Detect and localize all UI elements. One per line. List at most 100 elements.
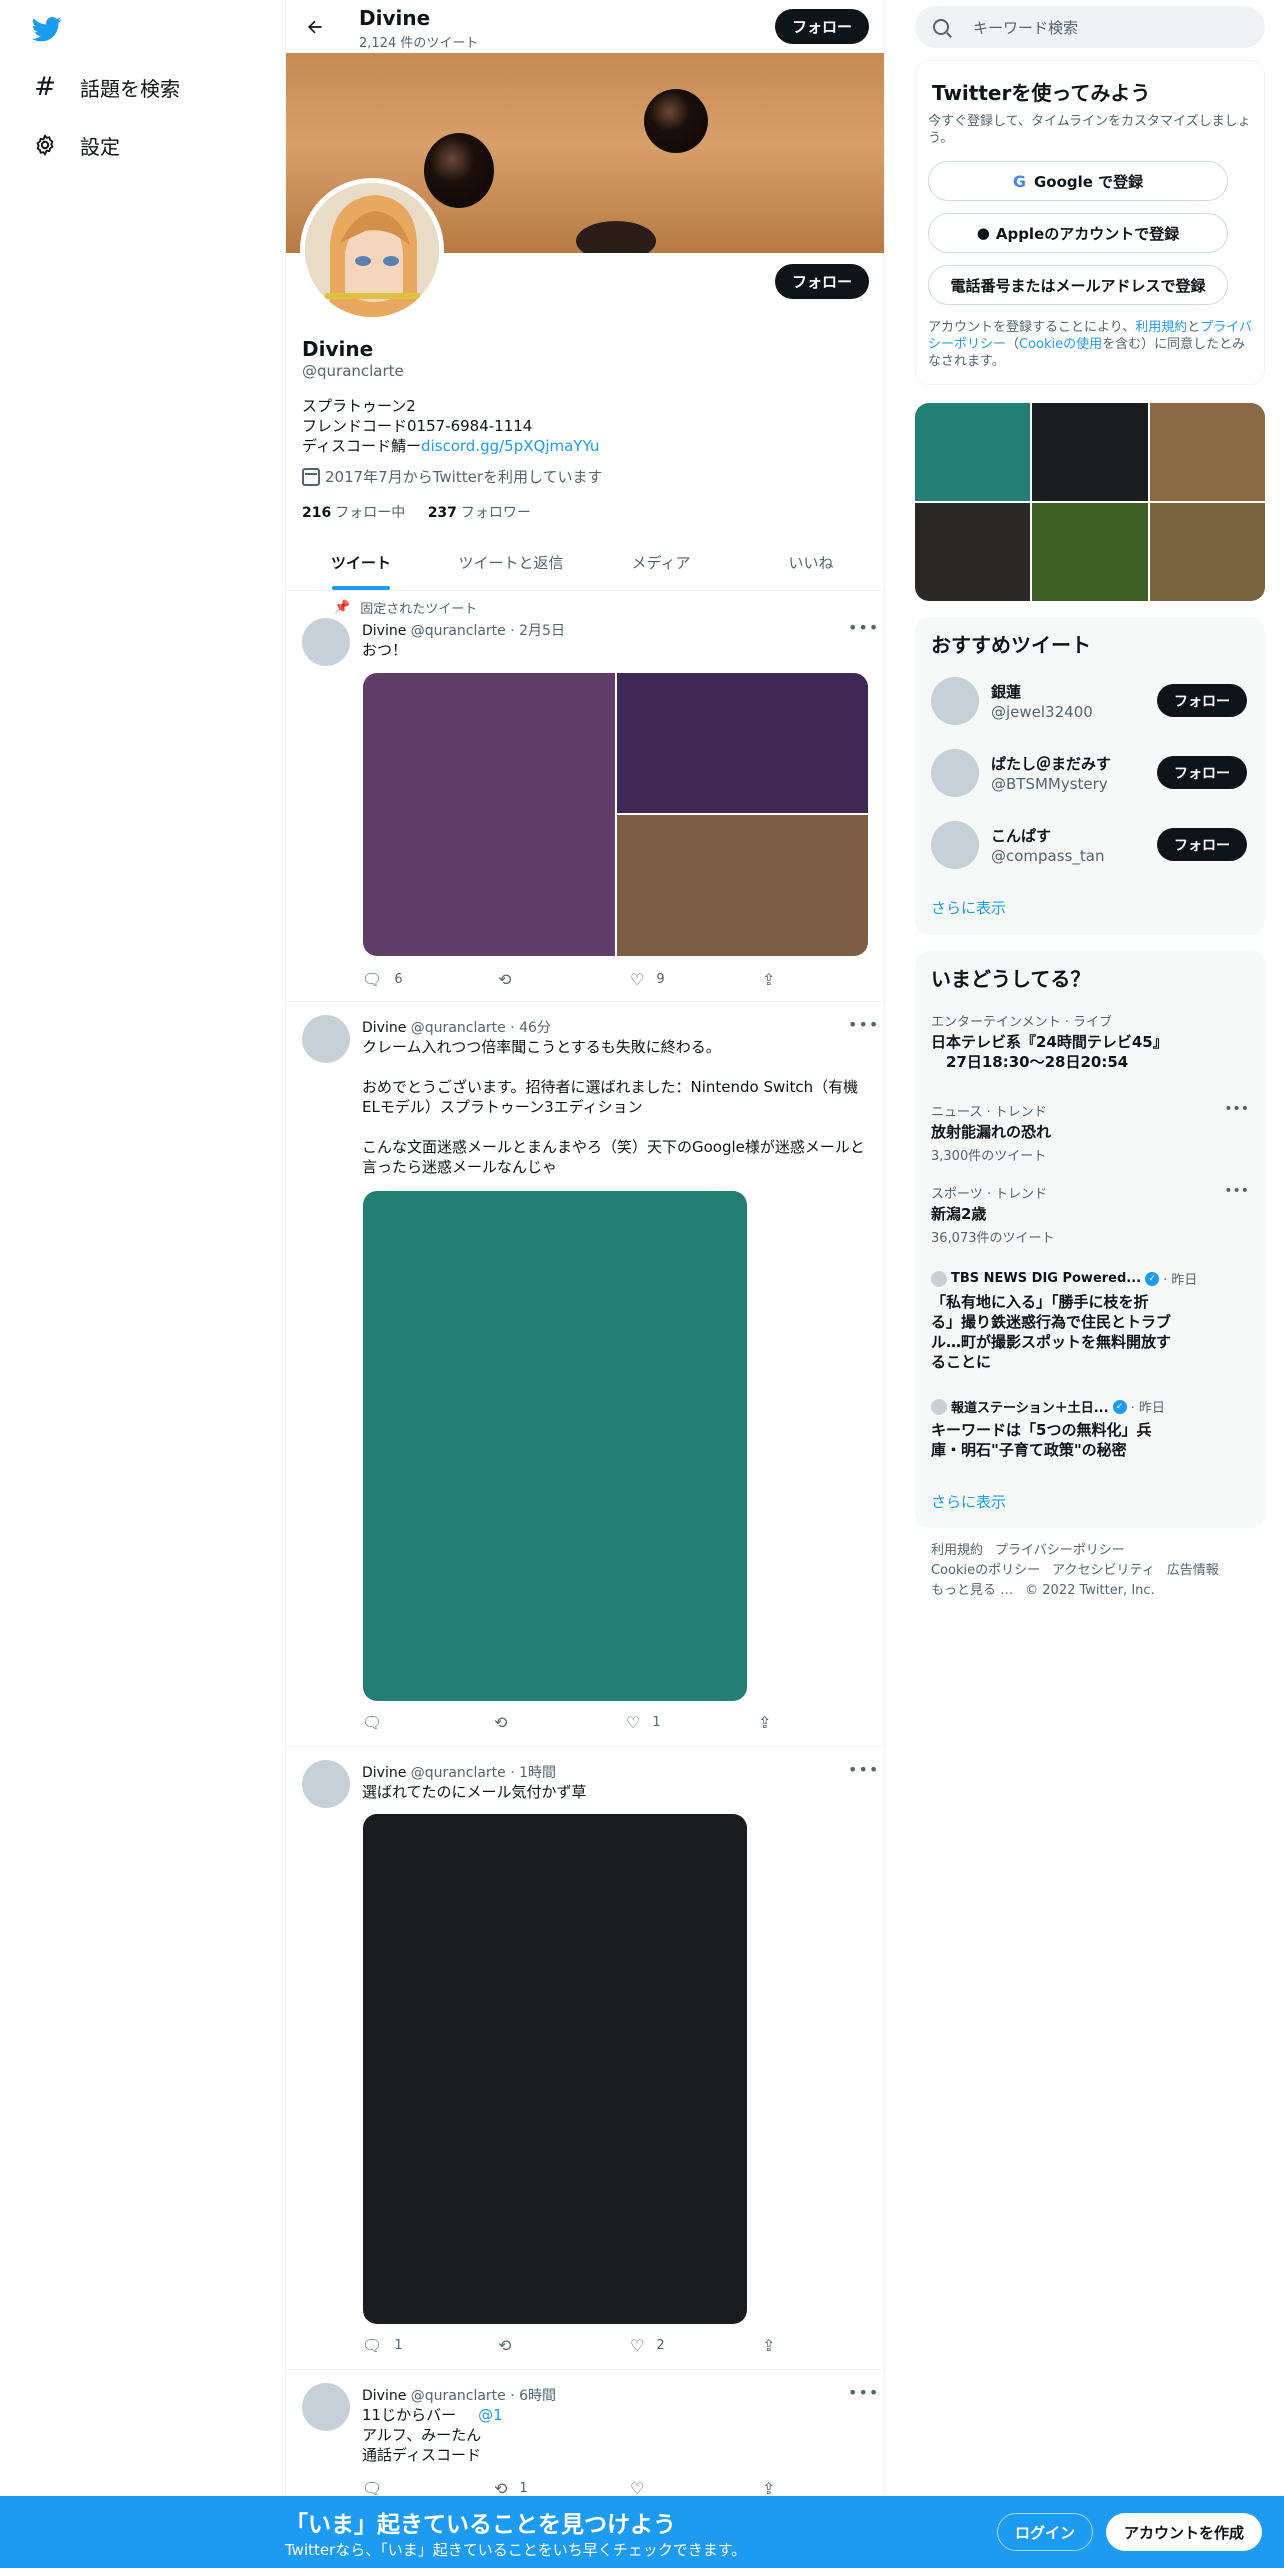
footer-link[interactable]: 利用規約 bbox=[931, 1543, 983, 1558]
footer-link[interactable]: プライバシーポリシー bbox=[995, 1543, 1125, 1558]
tweet[interactable]: Divine @quranclarte · 46分 ••• クレーム入れつつ倍率… bbox=[286, 1003, 884, 1747]
tweet-author[interactable]: Divine bbox=[362, 623, 406, 639]
tweet-avatar[interactable] bbox=[302, 1015, 350, 1063]
bio-line: ディスコード鯖ー bbox=[302, 437, 421, 455]
more-icon[interactable]: ••• bbox=[848, 1015, 879, 1034]
like-button[interactable]: ♡ 1 bbox=[626, 1713, 661, 1732]
show-more-link[interactable]: さらに表示 bbox=[931, 897, 1006, 918]
search-input[interactable]: キーワード検索 bbox=[915, 6, 1265, 48]
bio-discord-link[interactable]: discord.gg/5pXQjmaYYu bbox=[421, 437, 599, 455]
tweet-avatar[interactable] bbox=[302, 2383, 350, 2431]
tweet-media[interactable] bbox=[363, 1191, 747, 1701]
followers-link[interactable]: 237 フォロワー bbox=[428, 505, 531, 521]
show-more-link[interactable]: さらに表示 bbox=[931, 1491, 1006, 1512]
user-name[interactable]: 銀蓮 bbox=[991, 681, 1021, 702]
login-button[interactable]: ログイン bbox=[997, 2513, 1093, 2551]
trend-name: 放射能漏れの恐れ bbox=[931, 1123, 1052, 1141]
phone-signup-button[interactable]: 電話番号またはメールアドレスで登録 bbox=[928, 265, 1228, 305]
grid-photo[interactable] bbox=[915, 503, 1031, 601]
reply-button[interactable]: 🗨 1 bbox=[362, 2336, 403, 2355]
more-icon[interactable]: ••• bbox=[848, 618, 879, 637]
news-source: 報道ステーション＋土日... ✓ · 昨日 bbox=[931, 1397, 1249, 1416]
back-arrow-icon[interactable] bbox=[298, 10, 332, 44]
follow-button[interactable]: フォロー bbox=[1157, 684, 1247, 717]
news-item[interactable]: TBS NEWS DIG Powered... ✓ · 昨日 「私有地に入る」「… bbox=[931, 1269, 1249, 1372]
nav-item-explore[interactable]: # 話題を検索 bbox=[32, 67, 180, 107]
media-photo[interactable] bbox=[617, 673, 868, 813]
grid-photo[interactable] bbox=[1149, 403, 1265, 501]
follow-button[interactable]: フォロー bbox=[1157, 756, 1247, 789]
tab-tweets-replies[interactable]: ツイートと返信 bbox=[436, 535, 586, 590]
tweet-text: 11じからバー @1 アルフ、みーたん 通話ディスコード bbox=[362, 2405, 872, 2465]
share-button[interactable]: ⇪ bbox=[762, 2336, 787, 2355]
tweet-avatar[interactable] bbox=[302, 1760, 350, 1808]
cookie-link[interactable]: Cookieの使用 bbox=[1019, 337, 1102, 352]
header-follow-button[interactable]: フォロー bbox=[775, 9, 869, 44]
header-name: Divine bbox=[359, 6, 431, 30]
tweet-author[interactable]: Divine bbox=[362, 2388, 406, 2404]
tweet-author[interactable]: Divine bbox=[362, 1765, 406, 1781]
retweet-button[interactable]: ⟲ bbox=[494, 1713, 519, 1732]
footer-link[interactable]: 広告情報 bbox=[1167, 1563, 1219, 1578]
profile-follow-button[interactable]: フォロー bbox=[775, 264, 869, 299]
avatar[interactable] bbox=[931, 821, 979, 869]
tweet-author[interactable]: Divine bbox=[362, 1020, 406, 1036]
like-button[interactable]: ♡ 9 bbox=[630, 970, 665, 989]
trend-item[interactable]: スポーツ · トレンド 新潟2歳 36,073件のツイート ••• bbox=[931, 1183, 1249, 1246]
twitter-logo-icon[interactable] bbox=[30, 14, 64, 44]
more-icon[interactable]: ••• bbox=[1224, 1101, 1249, 1117]
retweet-count: 1 bbox=[519, 2481, 528, 2496]
trend-item[interactable]: エンターテインメント · ライブ 日本テレビ系『24時間テレビ45』 27日18… bbox=[931, 1011, 1249, 1072]
grid-photo[interactable] bbox=[1032, 503, 1148, 601]
retweet-button[interactable]: ⟲ bbox=[498, 970, 523, 989]
news-item[interactable]: 報道ステーション＋土日... ✓ · 昨日 キーワードは「5つの無料化」兵庫・明… bbox=[931, 1397, 1249, 1460]
following-link[interactable]: 216 フォロー中 bbox=[302, 505, 405, 521]
media-photo[interactable] bbox=[617, 815, 868, 956]
tweet-avatar[interactable] bbox=[302, 618, 350, 666]
mention-link[interactable]: @1 bbox=[478, 2406, 503, 2424]
tweet[interactable]: 📌 固定されたツイート Divine @quranclarte · 2月5日 •… bbox=[286, 592, 884, 1002]
media-photo[interactable] bbox=[363, 673, 615, 956]
copyright: © 2022 Twitter, Inc. bbox=[1025, 1583, 1155, 1598]
recommended-user[interactable]: こんぱす @compass_tan フォロー bbox=[931, 819, 1249, 869]
create-account-button[interactable]: アカウントを作成 bbox=[1106, 2513, 1262, 2551]
avatar[interactable] bbox=[931, 677, 979, 725]
footer-link[interactable]: Cookieのポリシー bbox=[931, 1563, 1040, 1578]
footer-link[interactable]: アクセシビリティ bbox=[1052, 1563, 1155, 1578]
tab-media[interactable]: メディア bbox=[586, 535, 736, 590]
profile-handle: @quranclarte bbox=[302, 362, 404, 380]
more-icon[interactable]: ••• bbox=[1224, 1183, 1249, 1199]
reply-button[interactable]: 🗨 bbox=[362, 1713, 394, 1732]
reply-button[interactable]: 🗨 6 bbox=[362, 970, 403, 989]
terms-link[interactable]: 利用規約 bbox=[1135, 320, 1187, 335]
more-icon[interactable]: ••• bbox=[848, 1760, 879, 1779]
source-name: 報道ステーション＋土日... bbox=[951, 1401, 1109, 1416]
legal-text: アカウントを登録することにより、 bbox=[928, 320, 1136, 335]
tweet-media[interactable] bbox=[363, 673, 868, 956]
nav-item-settings[interactable]: 設定 bbox=[32, 125, 120, 165]
retweet-button[interactable]: ⟲ bbox=[498, 2336, 523, 2355]
grid-photo[interactable] bbox=[1149, 503, 1265, 601]
source-avatar bbox=[931, 1270, 947, 1287]
like-button[interactable]: ♡ 2 bbox=[630, 2336, 665, 2355]
recommended-user[interactable]: ぱたし＠まだみす @BTSMMystery フォロー bbox=[931, 747, 1249, 797]
user-name[interactable]: こんぱす bbox=[991, 825, 1051, 846]
user-name[interactable]: ぱたし＠まだみす bbox=[991, 753, 1111, 774]
apple-signup-button[interactable]: ● Appleのアカウントで登録 bbox=[928, 213, 1228, 253]
recommended-user[interactable]: 銀蓮 @jewel32400 フォロー bbox=[931, 675, 1249, 725]
share-button[interactable]: ⇪ bbox=[762, 970, 787, 989]
avatar[interactable] bbox=[931, 749, 979, 797]
more-icon[interactable]: ••• bbox=[848, 2383, 879, 2402]
profile-avatar[interactable] bbox=[300, 178, 444, 322]
grid-photo[interactable] bbox=[915, 403, 1031, 501]
tweet-media[interactable] bbox=[363, 1814, 747, 2324]
google-signup-button[interactable]: G Google で登録 bbox=[928, 161, 1228, 201]
grid-photo[interactable] bbox=[1032, 403, 1148, 501]
share-button[interactable]: ⇪ bbox=[758, 1713, 783, 1732]
footer-link[interactable]: もっと見る … bbox=[931, 1583, 1013, 1598]
follow-button[interactable]: フォロー bbox=[1157, 828, 1247, 861]
tab-likes[interactable]: いいね bbox=[736, 535, 884, 590]
tweet[interactable]: Divine @quranclarte · 1時間 ••• 選ばれてたのにメール… bbox=[286, 1748, 884, 2370]
trend-item[interactable]: ニュース · トレンド 放射能漏れの恐れ 3,300件のツイート ••• bbox=[931, 1101, 1249, 1164]
tab-tweets[interactable]: ツイート bbox=[286, 535, 436, 590]
